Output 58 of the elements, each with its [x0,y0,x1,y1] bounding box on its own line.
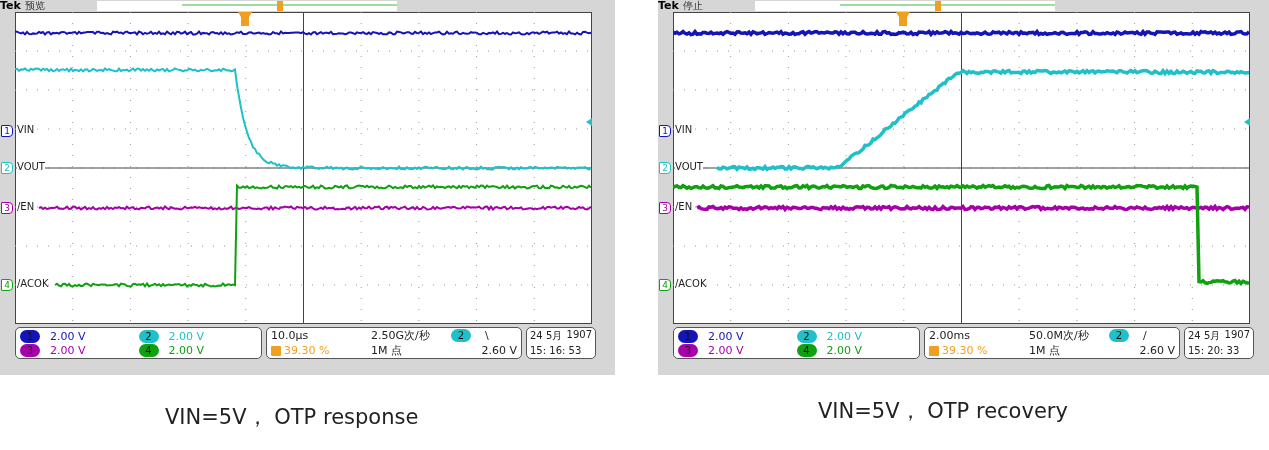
record-length: 1M 点 [371,343,403,358]
acquisition-status: 停止 [682,0,704,12]
channel-scale: 2.00 V [50,343,86,357]
channel-scale: 2.00 V [168,343,204,357]
channel-label: /EN [675,200,693,214]
channel-marker: 4 [1,279,13,291]
channel-label: /ACOK [17,277,49,291]
trigger-icon [929,345,939,356]
level-marker-icon [586,118,592,126]
channel-marker: 4 [659,279,671,291]
trigger-icon [271,345,281,356]
time-text: 15: 16: 53 [530,344,583,357]
channel-badge: 2 [138,329,159,343]
channel-badge: 3 [678,343,698,357]
channel-marker: 1 [1,125,13,137]
channel-scale: 2.00 V [826,343,862,357]
trigger-position: 39.30 % [942,344,988,357]
figure-caption: VIN=5V， OTP response [164,404,420,431]
record-length: 1M 点 [1029,343,1061,358]
channel-badge: 1 [20,329,40,343]
channel-marker: 1 [659,125,671,137]
channel-marker: 2 [659,162,671,174]
channel-scale: 2.00 V [50,329,86,343]
channel-marker: 3 [659,202,671,214]
trigger-channel-badge: 2 [451,329,471,342]
timebase-value: 10.0µs [271,329,310,342]
trigger-slope: \ [485,329,489,342]
channel-scale: 2.00 V [708,343,744,357]
channel-scale: 2.00 V [168,329,204,343]
channel-scale: 2.00 V [826,329,862,343]
channel-label: /ACOK [675,277,707,291]
trigger-channel-badge: 2 [1109,329,1129,342]
channel-marker: 2 [1,162,13,174]
channel-badge: 4 [138,343,159,357]
figure-caption: VIN=5V， OTP recovery [817,398,1069,425]
channel-label: /EN [17,200,35,214]
channel-scale: 2.00 V [708,329,744,343]
brand-label: Tek [0,0,21,12]
counter-text: 1907 [566,329,592,342]
channel-badge: 1 [678,329,698,343]
date-text: 24 5月 [530,329,563,343]
trigger-position: 39.30 % [284,344,330,357]
counter-text: 1907 [1224,329,1250,342]
brand-label: Tek [658,0,679,12]
channel-badge: 3 [20,343,40,357]
sample-rate: 2.50G次/秒 [371,328,431,343]
sample-rate: 50.0M次/秒 [1029,328,1090,343]
date-text: 24 5月 [1188,329,1221,343]
timebase-value: 2.00ms [929,329,971,342]
channel-badge: 4 [796,343,817,357]
acquisition-status: 预览 [24,0,46,12]
trigger-slope: / [1143,329,1147,342]
channel-marker: 3 [1,202,13,214]
channel-badge: 2 [796,329,817,343]
time-text: 15: 20: 33 [1188,344,1241,357]
level-marker-icon [1244,118,1250,126]
trigger-level: 2.60 V [480,344,517,357]
trigger-level: 2.60 V [1138,344,1175,357]
